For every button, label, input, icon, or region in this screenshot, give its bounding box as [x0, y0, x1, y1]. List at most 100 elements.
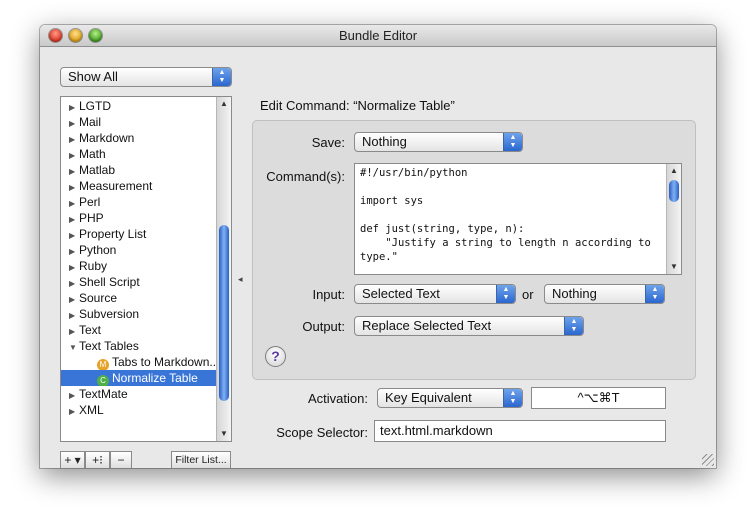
disclosure-collapsed-icon[interactable]: ▶ [69, 100, 79, 114]
activation-popup[interactable]: Key Equivalent ▲ ▼ [377, 388, 523, 408]
window-title: Bundle Editor [338, 28, 418, 43]
disclosure-collapsed-icon[interactable]: ▶ [69, 148, 79, 162]
command-item[interactable]: C Normalize Table [61, 370, 216, 386]
scroll-thumb[interactable] [219, 225, 229, 401]
input-fallback-popup[interactable]: Nothing ▲ ▼ [544, 284, 665, 304]
bundle-item[interactable]: ▶ Shell Script [61, 274, 216, 290]
disclosure-collapsed-icon[interactable]: ▶ [69, 292, 79, 306]
key-equivalent-field[interactable]: ^⌥⌘T [531, 387, 666, 409]
bundle-item[interactable]: ▶ LGTD [61, 98, 216, 114]
show-filter-value: Show All [68, 69, 118, 84]
popup-arrows-icon: ▲ ▼ [645, 285, 664, 303]
bundle-item[interactable]: ▶ Math [61, 146, 216, 162]
resize-grip-icon[interactable] [702, 454, 714, 466]
bundle-item-label: Matlab [79, 163, 116, 177]
edit-command-heading: Edit Command: “Normalize Table” [260, 98, 455, 113]
commands-label: Command(s): [266, 169, 345, 184]
split-collapse-icon[interactable]: ◂ [238, 274, 243, 285]
scroll-up-arrow-icon[interactable]: ▲ [217, 97, 231, 111]
input-label: Input: [312, 287, 345, 302]
bundle-item[interactable]: ▶ PHP [61, 210, 216, 226]
disclosure-collapsed-icon[interactable]: ▶ [69, 228, 79, 242]
zoom-window-button[interactable] [89, 29, 102, 42]
disclosure-collapsed-icon[interactable]: ▶ [69, 404, 79, 418]
disclosure-collapsed-icon[interactable]: ▶ [69, 388, 79, 402]
scroll-down-arrow-icon[interactable]: ▼ [217, 427, 231, 441]
disclosure-collapsed-icon[interactable]: ▶ [69, 180, 79, 194]
bundle-item-label: Mail [79, 115, 102, 129]
bundle-list[interactable]: ▶ XML ▶ TextMate C Normalize Table M Tabs to Ma… [60, 96, 232, 442]
macro-icon: M [97, 359, 109, 370]
disclosure-collapsed-icon[interactable]: ▶ [69, 164, 79, 178]
close-window-button[interactable] [49, 29, 62, 42]
popup-arrows-icon: ▲ ▼ [212, 68, 231, 86]
bundle-item[interactable]: ▼ Text Tables [61, 338, 216, 354]
output-popup[interactable]: Replace Selected Text ▲ ▼ [354, 316, 584, 336]
bundle-item-label: Measurement [79, 179, 153, 193]
bundle-item-label: Tabs to Markdown... [112, 355, 216, 369]
disclosure-collapsed-icon[interactable]: ▶ [69, 244, 79, 258]
disclosure-collapsed-icon[interactable]: ▶ [69, 276, 79, 290]
popup-arrows-icon: ▲ ▼ [496, 285, 515, 303]
bundle-item[interactable]: ▶ Markdown [61, 130, 216, 146]
command-scroll-thumb[interactable] [669, 180, 679, 202]
bundle-item[interactable]: ▶ Measurement [61, 178, 216, 194]
scroll-up-arrow-icon[interactable]: ▲ [667, 164, 681, 178]
or-label: or [522, 287, 534, 302]
disclosure-collapsed-icon[interactable]: ▶ [69, 116, 79, 130]
disclosure-collapsed-icon[interactable]: ▶ [69, 308, 79, 322]
bundle-item-label: Perl [79, 195, 101, 209]
disclosure-collapsed-icon[interactable]: ▶ [69, 324, 79, 338]
bundle-list-scrollbar[interactable]: ▲ ▼ [216, 97, 231, 441]
input-fallback-value: Nothing [552, 286, 597, 301]
bundle-item[interactable]: ▶ Python [61, 242, 216, 258]
add-item-button[interactable]: +⁝ [85, 451, 110, 468]
bundle-item-label: Markdown [79, 131, 135, 145]
bundle-item-label: PHP [79, 211, 104, 225]
bundle-editor-window: Bundle Editor Show All ▲ ▼ ▶ XML ▶ TextMate C… [40, 25, 716, 468]
bundle-item-label: LGTD [79, 99, 112, 113]
command-text-area[interactable]: #!/usr/bin/python import sys def just(st… [354, 163, 682, 275]
popup-arrows-icon: ▲ ▼ [503, 133, 522, 151]
scope-selector-field[interactable]: text.html.markdown [374, 420, 666, 442]
scope-selector-label: Scope Selector: [276, 425, 368, 440]
disclosure-collapsed-icon[interactable]: ▶ [69, 132, 79, 146]
command-scrollbar[interactable]: ▲ ▼ [666, 164, 681, 274]
show-filter-popup[interactable]: Show All ▲ ▼ [60, 67, 232, 87]
bundle-item[interactable]: ▶ Source [61, 290, 216, 306]
save-popup[interactable]: Nothing ▲ ▼ [354, 132, 523, 152]
bundle-item[interactable]: ▶ Perl [61, 194, 216, 210]
bundle-item[interactable]: ▶ Text [61, 322, 216, 338]
bundle-item[interactable]: ▶ TextMate [61, 386, 216, 402]
bundle-item[interactable]: ▶ Mail [61, 114, 216, 130]
bundle-item-label: Source [79, 291, 118, 305]
bundle-item[interactable]: ▶ XML [61, 402, 216, 418]
bundle-item[interactable]: ▶ Matlab [61, 162, 216, 178]
popup-arrows-icon: ▲ ▼ [564, 317, 583, 335]
output-label: Output: [302, 319, 345, 334]
disclosure-collapsed-icon[interactable]: ▶ [69, 196, 79, 210]
bundle-item-label: Text [79, 323, 102, 337]
save-value: Nothing [362, 134, 407, 149]
minimize-window-button[interactable] [69, 29, 82, 42]
remove-button[interactable]: − [110, 451, 132, 468]
scroll-down-arrow-icon[interactable]: ▼ [667, 260, 681, 274]
disclosure-collapsed-icon[interactable]: ▶ [69, 260, 79, 274]
input-value: Selected Text [362, 286, 440, 301]
bundle-item[interactable]: ▶ Ruby [61, 258, 216, 274]
macro-item[interactable]: M Tabs to Markdown... [61, 354, 216, 370]
add-menu-button[interactable]: + ▾ [60, 451, 85, 468]
title-bar[interactable]: Bundle Editor [40, 25, 716, 47]
bundle-item-label: Math [79, 147, 106, 161]
disclosure-collapsed-icon[interactable]: ▶ [69, 212, 79, 226]
save-label: Save: [311, 135, 345, 150]
bundle-item-label: Text Tables [79, 339, 139, 353]
popup-arrows-icon: ▲ ▼ [503, 389, 522, 407]
bundle-item-label: XML [79, 403, 104, 417]
bundle-item[interactable]: ▶ Property List [61, 226, 216, 242]
bundle-item[interactable]: ▶ Subversion [61, 306, 216, 322]
input-popup[interactable]: Selected Text ▲ ▼ [354, 284, 516, 304]
help-button[interactable]: ? [265, 346, 286, 367]
disclosure-expanded-icon[interactable]: ▼ [69, 340, 79, 354]
filter-list-button[interactable]: Filter List... [171, 451, 231, 468]
